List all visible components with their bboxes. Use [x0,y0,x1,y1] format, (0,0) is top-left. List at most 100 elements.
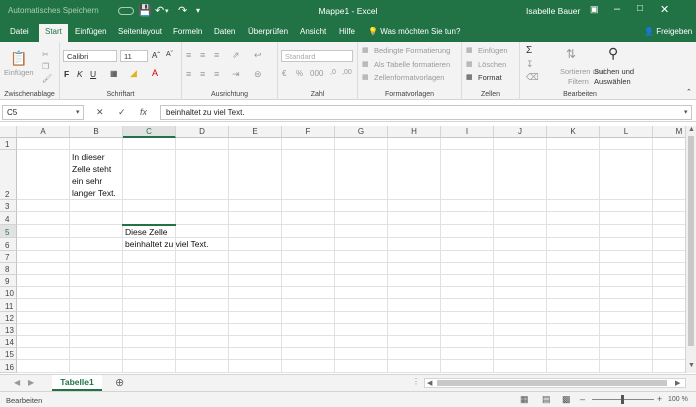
align-left-icon[interactable]: ≡ [186,69,191,79]
sort-filter-line2[interactable]: Filtern [568,77,589,86]
tab-page-layout[interactable]: Seitenlayout [118,27,162,36]
increase-decimal-icon[interactable]: ,0 [330,69,336,76]
tab-formulas[interactable]: Formeln [173,27,202,36]
cancel-entry-icon[interactable]: ✕ [96,107,104,118]
shrink-font-icon[interactable]: Aˇ [166,51,173,58]
grow-font-icon[interactable]: Aˆ [152,51,160,60]
column-header-i[interactable]: I [441,126,494,138]
format-as-table-button[interactable]: Als Tabelle formatieren [374,60,450,69]
name-box[interactable]: C5 [2,105,84,120]
row-header-13[interactable]: 13 [0,323,17,336]
insert-cells-button[interactable]: Einfügen [478,46,508,55]
italic-button[interactable]: K [77,69,83,79]
copy-icon[interactable]: ❐ [42,62,49,71]
cell-b2[interactable]: In dieser Zelle steht ein sehr langer Text. [72,151,121,200]
find-select-line1[interactable]: Suchen und [594,67,634,76]
row-header-8[interactable]: 8 [0,262,17,275]
spreadsheet-grid[interactable]: ABCDEFGHIJKLM1234567891011121314151617In… [0,126,685,373]
row-header-11[interactable]: 11 [0,299,17,312]
format-cells-button[interactable]: Format [478,73,502,82]
cell-styles-button[interactable]: Zellenformatvorlagen [374,73,444,82]
currency-icon[interactable]: € [282,69,286,78]
fill-icon[interactable]: ↧ [526,59,534,70]
column-header-c[interactable]: C [123,126,176,138]
column-header-m[interactable]: M [653,126,685,138]
font-color-icon[interactable]: A [152,68,158,78]
format-painter-icon[interactable]: 🖌 [42,74,52,83]
autosum-icon[interactable]: Σ [526,45,532,56]
column-header-k[interactable]: K [547,126,600,138]
row-header-6[interactable]: 6 [0,237,17,251]
row-header-2[interactable]: 2 [0,150,17,201]
zoom-out-icon[interactable]: – [580,394,585,404]
horizontal-scrollbar[interactable]: ◀ ▶ [424,378,686,388]
indent-icon[interactable]: ⇥ [232,69,240,80]
bold-button[interactable]: F [64,69,69,79]
percent-icon[interactable]: % [296,69,303,78]
select-all-corner[interactable] [0,126,17,138]
add-sheet-icon[interactable]: ⊕ [115,376,124,389]
tab-insert[interactable]: Einfügen [75,27,107,36]
paste-button[interactable]: Einfügen [4,68,34,77]
vertical-scrollbar[interactable]: ▲ ▼ [685,126,696,373]
row-header-3[interactable]: 3 [0,200,17,213]
scroll-left-icon[interactable]: ◀ [427,379,432,387]
row-header-10[interactable]: 10 [0,287,17,300]
row-header-14[interactable]: 14 [0,336,17,349]
underline-button[interactable]: U [90,69,96,79]
ribbon-display-icon[interactable]: ▣ [590,4,599,15]
name-box-dropdown-icon[interactable]: ▾ [76,108,80,116]
horizontal-scroll-thumb[interactable] [437,380,667,386]
tab-help[interactable]: Hilfe [339,27,355,36]
column-header-b[interactable]: B [70,126,123,138]
middle-align-icon[interactable]: ≡ [200,50,205,60]
row-header-1[interactable]: 1 [0,138,17,151]
scroll-down-icon[interactable]: ▼ [688,362,695,369]
cell-c5[interactable]: Diese Zelle beinhaltet zu viel Text. [125,226,279,250]
align-right-icon[interactable]: ≡ [214,69,219,79]
find-select-line2[interactable]: Auswählen [594,77,631,86]
confirm-entry-icon[interactable]: ✓ [118,107,126,118]
maximize-icon[interactable]: □ [637,3,643,14]
column-header-g[interactable]: G [335,126,388,138]
fill-color-icon[interactable]: ◢ [130,68,137,79]
close-icon[interactable]: ✕ [660,3,669,16]
row-header-4[interactable]: 4 [0,212,17,225]
tab-review[interactable]: Überprüfen [248,27,288,36]
page-layout-view-icon[interactable]: ▤ [542,394,551,405]
sheet-tab-tabelle1[interactable]: Tabelle1 [52,375,102,391]
clear-icon[interactable]: ⌫ [526,72,539,83]
orientation-icon[interactable]: ⇗ [232,50,240,61]
zoom-level[interactable]: 100 % [668,396,688,403]
cut-icon[interactable]: ✂ [42,50,49,59]
user-name[interactable]: Isabelle Bauer [526,6,580,16]
column-header-a[interactable]: A [17,126,70,138]
column-header-d[interactable]: D [176,126,229,138]
tab-view[interactable]: Ansicht [300,27,326,36]
insert-function-icon[interactable]: fx [140,107,147,117]
vertical-scroll-thumb[interactable] [688,136,694,346]
row-header-7[interactable]: 7 [0,250,17,263]
conditional-formatting-button[interactable]: Bedingte Formatierung [374,46,450,55]
normal-view-icon[interactable]: ▦ [520,394,529,405]
zoom-slider-handle[interactable] [621,395,624,404]
prev-sheet-icon[interactable]: ◀ [14,378,20,387]
tab-file[interactable]: Datei [10,27,29,36]
tell-me-search[interactable]: 💡 Was möchten Sie tun? [368,27,460,36]
thousands-icon[interactable]: 000 [310,69,323,78]
top-align-icon[interactable]: ≡ [186,50,191,60]
wrap-text-icon[interactable]: ↩ [254,50,262,61]
tab-split-handle-icon[interactable]: ⋮ [412,377,420,386]
font-name-select[interactable]: Calibri [63,50,117,62]
row-header-5[interactable]: 5 [0,224,17,238]
tab-data[interactable]: Daten [214,27,235,36]
row-header-9[interactable]: 9 [0,275,17,288]
column-header-h[interactable]: H [388,126,441,138]
font-size-select[interactable]: 11 [120,50,148,62]
column-header-f[interactable]: F [282,126,335,138]
decrease-decimal-icon[interactable]: ,00 [342,69,352,76]
row-header-12[interactable]: 12 [0,311,17,324]
row-header-16[interactable]: 16 [0,360,17,373]
formula-input[interactable]: beinhaltet zu viel Text. [160,105,692,120]
borders-icon[interactable]: ▦ [110,69,118,78]
